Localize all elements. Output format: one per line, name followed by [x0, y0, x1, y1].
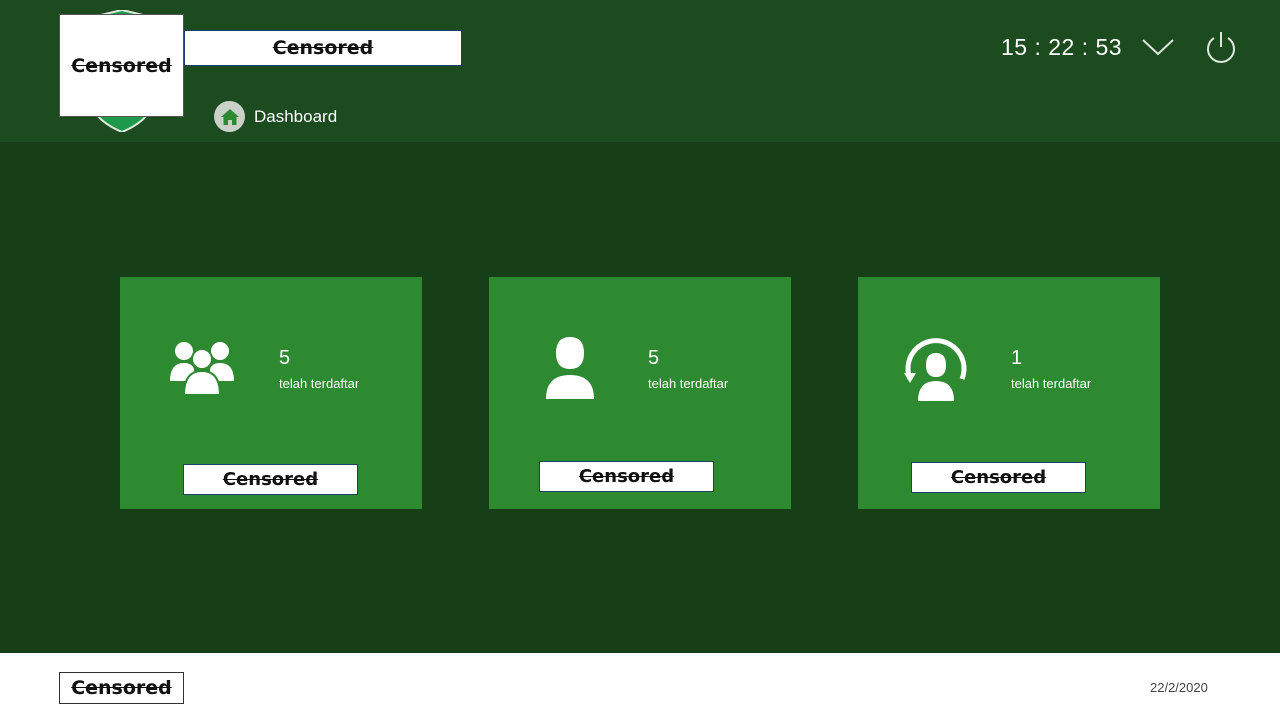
user-sync-icon — [904, 338, 967, 401]
power-icon[interactable] — [1204, 30, 1238, 66]
clock-display: 15 : 22 : 53 — [1001, 34, 1123, 60]
stat-card-3[interactable]: 1 telah terdaftar Censored — [858, 277, 1160, 509]
card-count: 5 — [279, 347, 291, 369]
user-icon — [546, 337, 594, 399]
footer-label: Censored — [59, 672, 184, 704]
stat-card-1[interactable]: 5 telah terdaftar Censored — [120, 277, 422, 509]
card-label: Censored — [539, 461, 714, 492]
card-subtitle: telah terdaftar — [279, 376, 360, 391]
group-icon — [170, 342, 234, 395]
app-logo: Censored — [59, 14, 184, 117]
nav-dashboard-link[interactable]: Dashboard — [214, 101, 337, 132]
app-title: Censored — [184, 30, 462, 66]
stat-card-2[interactable]: 5 telah terdaftar Censored — [489, 277, 791, 509]
card-subtitle: telah terdaftar — [648, 376, 729, 391]
top-header: Censored Censored Dashboard 15 : 22 : 53 — [0, 0, 1280, 142]
card-subtitle: telah terdaftar — [1011, 376, 1092, 391]
footer-date: 22/2/2020 — [1150, 680, 1208, 695]
card-count: 1 — [1011, 347, 1023, 369]
home-icon — [214, 101, 245, 132]
footer-bar: Censored 22/2/2020 — [0, 653, 1280, 720]
chevron-down-icon[interactable] — [1141, 34, 1175, 60]
nav-dashboard-label: Dashboard — [254, 106, 338, 126]
card-label: Censored — [183, 464, 358, 495]
card-label: Censored — [911, 462, 1086, 493]
card-count: 5 — [648, 347, 660, 369]
